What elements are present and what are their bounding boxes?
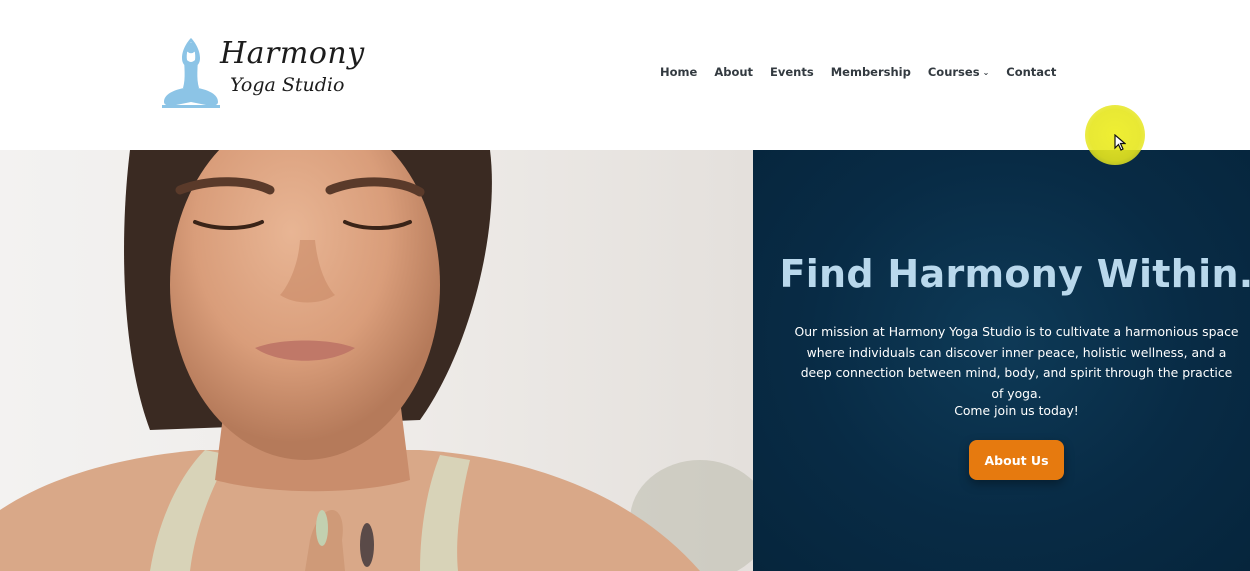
nav-about[interactable]: About — [714, 65, 753, 79]
hero-panel: Find Harmony Within. Our mission at Harm… — [753, 150, 1250, 571]
nav-home-label: Home — [660, 65, 698, 79]
nav-home[interactable]: Home — [660, 65, 697, 79]
about-us-button[interactable]: About Us — [969, 440, 1064, 480]
mouse-pointer-icon — [1114, 134, 1126, 151]
nav-contact-label: Contact — [1006, 65, 1057, 79]
hero-title: Find Harmony Within. — [779, 252, 1250, 296]
nav-events[interactable]: Events — [770, 65, 814, 79]
brand-subtitle: Yoga Studio — [230, 74, 345, 96]
hero-join-text: Come join us today! — [954, 403, 1079, 418]
nav-membership-label: Membership — [830, 65, 911, 79]
page: Harmony Yoga Studio Home About Events Me… — [0, 0, 1250, 571]
woman-meditating-photo — [0, 150, 753, 571]
nav-membership[interactable]: Membership — [831, 65, 911, 79]
meditating-person-icon — [162, 38, 220, 108]
brand-logo[interactable]: Harmony Yoga Studio — [160, 36, 364, 108]
hero-mission-text: Our mission at Harmony Yoga Studio is to… — [794, 324, 1239, 402]
main-nav: Home About Events Membership Courses ⌄ Co… — [660, 62, 1056, 82]
nav-about-label: About — [714, 65, 754, 79]
nav-courses-label: Courses — [927, 65, 980, 79]
nav-courses[interactable]: Courses ⌄ — [928, 65, 989, 79]
nav-contact[interactable]: Contact — [1006, 65, 1056, 79]
brand-name: Harmony — [220, 36, 365, 71]
hero-illustration — [0, 150, 753, 571]
chevron-down-icon: ⌄ — [982, 67, 990, 77]
nav-events-label: Events — [770, 65, 814, 79]
site-header: Harmony Yoga Studio Home About Events Me… — [0, 0, 1250, 150]
